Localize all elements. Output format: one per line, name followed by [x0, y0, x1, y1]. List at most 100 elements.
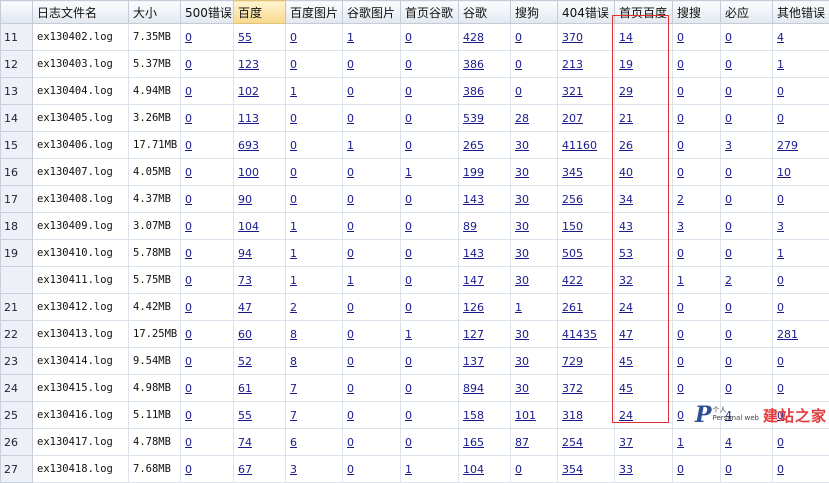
count-link[interactable]: 104 [238, 220, 259, 233]
count-link[interactable]: 90 [238, 193, 252, 206]
count-link[interactable]: 158 [463, 409, 484, 422]
column-header[interactable]: 首页百度 [615, 1, 673, 24]
count-link[interactable]: 30 [515, 193, 529, 206]
count-link[interactable]: 0 [515, 31, 522, 44]
count-link[interactable]: 43 [619, 220, 633, 233]
count-link[interactable]: 0 [677, 31, 684, 44]
count-link[interactable]: 0 [777, 85, 784, 98]
column-header[interactable]: 日志文件名 [33, 1, 129, 24]
count-link[interactable]: 318 [562, 409, 583, 422]
count-link[interactable]: 386 [463, 85, 484, 98]
column-header[interactable]: 谷歌图片 [343, 1, 401, 24]
count-link[interactable]: 0 [185, 328, 192, 341]
column-header[interactable]: 500错误 [181, 1, 234, 24]
count-link[interactable]: 0 [725, 328, 732, 341]
count-link[interactable]: 428 [463, 31, 484, 44]
count-link[interactable]: 4 [777, 31, 784, 44]
column-header[interactable]: 大小 [129, 1, 181, 24]
column-header[interactable]: 必应 [721, 1, 773, 24]
count-link[interactable]: 0 [185, 193, 192, 206]
count-link[interactable]: 0 [405, 220, 412, 233]
count-link[interactable]: 0 [185, 382, 192, 395]
count-link[interactable]: 0 [677, 166, 684, 179]
count-link[interactable]: 1 [290, 247, 297, 260]
count-link[interactable]: 1 [347, 274, 354, 287]
count-link[interactable]: 102 [238, 85, 259, 98]
count-link[interactable]: 0 [185, 355, 192, 368]
count-link[interactable]: 0 [725, 31, 732, 44]
count-link[interactable]: 21 [619, 112, 633, 125]
count-link[interactable]: 0 [290, 166, 297, 179]
count-link[interactable]: 0 [725, 220, 732, 233]
count-link[interactable]: 126 [463, 301, 484, 314]
count-link[interactable]: 150 [562, 220, 583, 233]
count-link[interactable]: 1 [405, 463, 412, 476]
count-link[interactable]: 0 [347, 436, 354, 449]
count-link[interactable]: 0 [347, 355, 354, 368]
count-link[interactable]: 0 [290, 31, 297, 44]
count-link[interactable]: 0 [347, 301, 354, 314]
count-link[interactable]: 0 [405, 436, 412, 449]
count-link[interactable]: 3 [777, 220, 784, 233]
count-link[interactable]: 4 [725, 436, 732, 449]
count-link[interactable]: 0 [777, 193, 784, 206]
count-link[interactable]: 0 [185, 274, 192, 287]
count-link[interactable]: 0 [347, 193, 354, 206]
count-link[interactable]: 0 [347, 58, 354, 71]
count-link[interactable]: 0 [725, 58, 732, 71]
count-link[interactable]: 0 [677, 85, 684, 98]
count-link[interactable]: 26 [619, 139, 633, 152]
count-link[interactable]: 207 [562, 112, 583, 125]
count-link[interactable]: 7 [290, 382, 297, 395]
count-link[interactable]: 24 [619, 409, 633, 422]
count-link[interactable]: 265 [463, 139, 484, 152]
count-link[interactable]: 1 [677, 436, 684, 449]
column-header[interactable]: 搜搜 [673, 1, 721, 24]
count-link[interactable]: 372 [562, 382, 583, 395]
count-link[interactable]: 30 [515, 247, 529, 260]
count-link[interactable]: 1 [347, 139, 354, 152]
count-link[interactable]: 55 [238, 409, 252, 422]
count-link[interactable]: 0 [347, 112, 354, 125]
count-link[interactable]: 2 [290, 301, 297, 314]
count-link[interactable]: 1 [290, 220, 297, 233]
count-link[interactable]: 10 [777, 166, 791, 179]
count-link[interactable]: 693 [238, 139, 259, 152]
count-link[interactable]: 30 [515, 166, 529, 179]
count-link[interactable]: 0 [405, 409, 412, 422]
count-link[interactable]: 0 [405, 301, 412, 314]
count-link[interactable]: 0 [347, 463, 354, 476]
count-link[interactable]: 0 [405, 58, 412, 71]
count-link[interactable]: 0 [290, 193, 297, 206]
count-link[interactable]: 40 [619, 166, 633, 179]
count-link[interactable]: 0 [777, 274, 784, 287]
count-link[interactable]: 34 [619, 193, 633, 206]
count-link[interactable]: 137 [463, 355, 484, 368]
count-link[interactable]: 47 [619, 328, 633, 341]
count-link[interactable]: 41160 [562, 139, 597, 152]
count-link[interactable]: 123 [238, 58, 259, 71]
count-link[interactable]: 1 [290, 85, 297, 98]
count-link[interactable]: 73 [238, 274, 252, 287]
count-link[interactable]: 52 [238, 355, 252, 368]
count-link[interactable]: 0 [185, 85, 192, 98]
count-link[interactable]: 53 [619, 247, 633, 260]
count-link[interactable]: 345 [562, 166, 583, 179]
count-link[interactable]: 3 [725, 139, 732, 152]
count-link[interactable]: 0 [677, 463, 684, 476]
count-link[interactable]: 0 [725, 382, 732, 395]
row-number-header[interactable] [1, 1, 33, 24]
count-link[interactable]: 0 [347, 247, 354, 260]
count-link[interactable]: 104 [463, 463, 484, 476]
column-header[interactable]: 404错误 [558, 1, 615, 24]
count-link[interactable]: 0 [347, 382, 354, 395]
count-link[interactable]: 0 [515, 58, 522, 71]
column-header[interactable]: 百度 [234, 1, 286, 24]
count-link[interactable]: 3 [290, 463, 297, 476]
count-link[interactable]: 30 [515, 139, 529, 152]
count-link[interactable]: 3 [677, 220, 684, 233]
count-link[interactable]: 0 [405, 382, 412, 395]
count-link[interactable]: 386 [463, 58, 484, 71]
count-link[interactable]: 0 [185, 31, 192, 44]
count-link[interactable]: 60 [238, 328, 252, 341]
